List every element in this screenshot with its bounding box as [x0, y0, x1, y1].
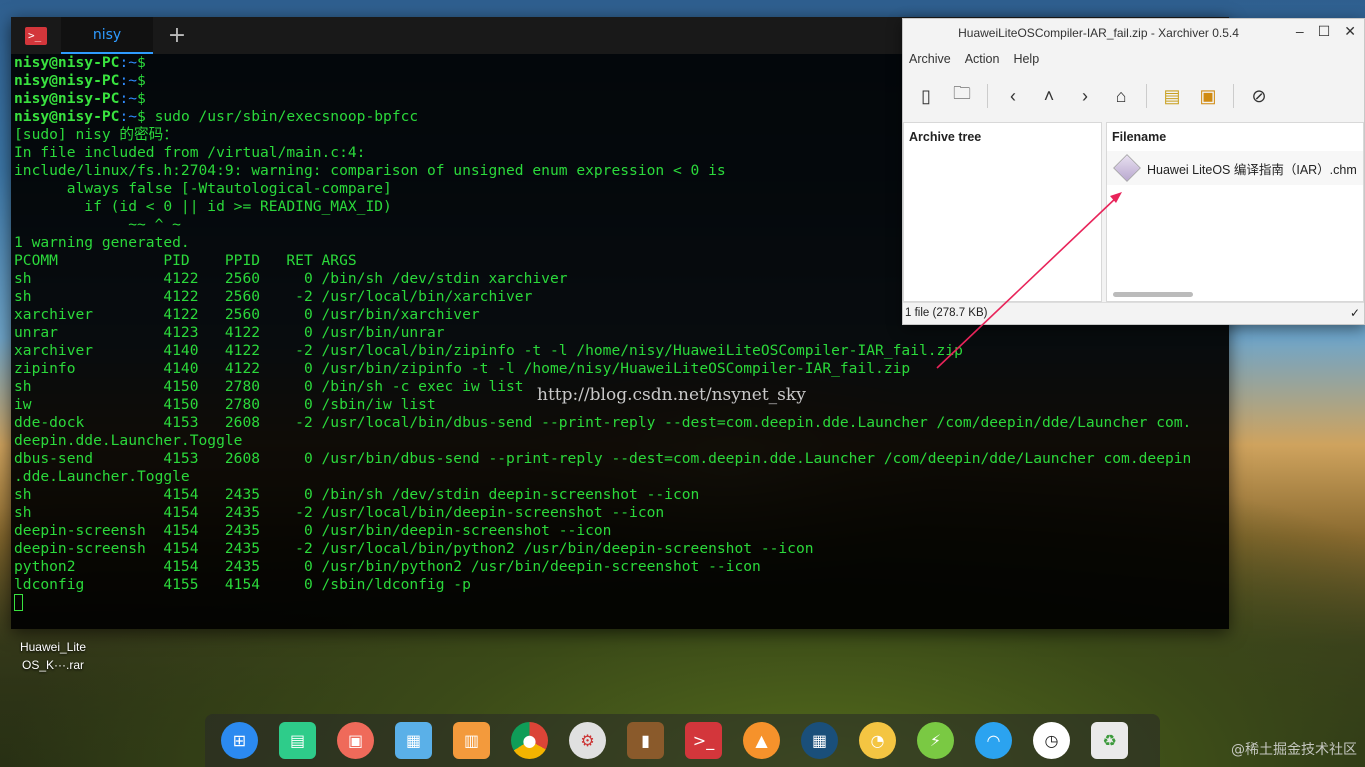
- image-viewer-icon[interactable]: ◔: [859, 722, 896, 759]
- terminal-icon[interactable]: >_: [685, 722, 722, 759]
- desktop-file-label-2: OS_K···.rar: [21, 658, 84, 672]
- clock-icon[interactable]: ◷: [1033, 722, 1070, 759]
- desktop-file-icon[interactable]: Huawei_Lite OS_K···.rar: [13, 638, 93, 674]
- trash-icon[interactable]: ♻: [1091, 722, 1128, 759]
- app-store-icon[interactable]: ▥: [453, 722, 490, 759]
- settings-icon[interactable]: ⚙: [569, 722, 606, 759]
- annotation-arrow: [936, 192, 1122, 369]
- archive-manager-icon[interactable]: ▮: [627, 722, 664, 759]
- deepin-store-icon[interactable]: ▦: [395, 722, 432, 759]
- power-icon[interactable]: ⚡: [917, 722, 954, 759]
- arrow-line: [936, 195, 1119, 369]
- vlc-icon[interactable]: ▲: [743, 722, 780, 759]
- wifi-icon[interactable]: ◠: [975, 722, 1012, 759]
- calculator-icon[interactable]: ▦: [801, 722, 838, 759]
- corner-watermark: @稀土掘金技术社区: [1231, 742, 1357, 758]
- screen-recorder-icon[interactable]: ▣: [337, 722, 374, 759]
- chrome-icon[interactable]: ●: [511, 722, 548, 759]
- dock: ⊞ ▤ ▣ ▦ ▥ ● ⚙ ▮ >_ ▲ ▦ ◔ ⚡ ◠ ◷ ♻: [205, 714, 1160, 767]
- desktop-file-label-1: Huawei_Lite: [19, 640, 87, 654]
- file-manager-icon[interactable]: ▤: [279, 722, 316, 759]
- launcher-icon[interactable]: ⊞: [221, 722, 258, 759]
